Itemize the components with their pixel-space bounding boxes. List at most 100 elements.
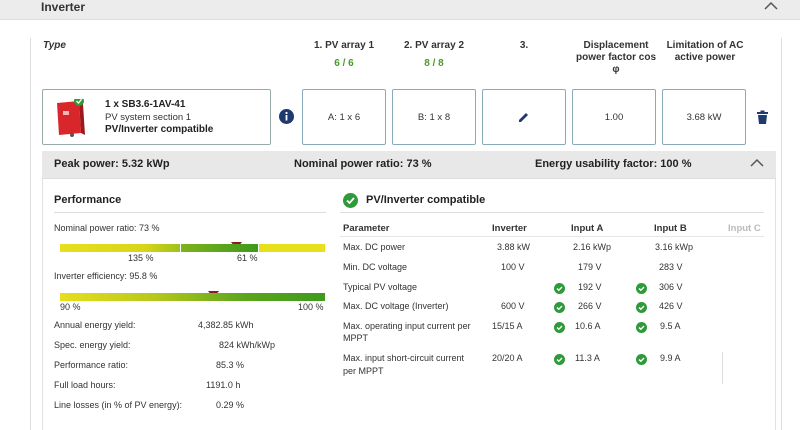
inverter-card[interactable]: 1 x SB3.6-1AV-41 PV system section 1 PV/…	[42, 89, 271, 145]
peak-power: Peak power: 5.32 kWp	[54, 158, 170, 170]
spec-yield-label: Spec. energy yield:	[54, 340, 131, 350]
pv-array-3-header: 3.	[519, 40, 529, 51]
row-2-b-check-icon	[636, 281, 647, 294]
row-3-param: Max. DC voltage (Inverter)	[343, 301, 449, 311]
input-b-header: Input B	[654, 223, 687, 234]
param-header: Parameter	[343, 223, 390, 234]
inverter-device-icon	[55, 96, 85, 137]
disp-line1: Displacement	[583, 40, 649, 51]
displacement-header: Displacement power factor cos φ	[568, 40, 664, 76]
disp-line2: power factor cos	[575, 52, 657, 63]
annual-yield-label: Annual energy yield:	[54, 320, 136, 330]
row-3-input-b: 426 V	[659, 301, 683, 311]
trash-icon[interactable]	[756, 110, 769, 124]
row-4-a-check-icon	[554, 320, 565, 333]
pencil-icon	[519, 113, 528, 122]
performance-title: Performance	[54, 194, 122, 206]
inverter-compatibility: PV/Inverter compatible	[105, 124, 214, 135]
energy-usability-factor: Energy usability factor: 100 %	[535, 158, 692, 170]
inverter-name: 1 x SB3.6-1AV-41	[105, 99, 186, 110]
line-losses-value: 0.29 %	[216, 400, 245, 410]
input-a-header: Input A	[571, 223, 604, 234]
pv-array-2-value: 8 / 8	[424, 58, 444, 69]
collapse-chevron-icon[interactable]	[764, 1, 778, 13]
row-5-a-check-icon	[554, 352, 565, 365]
row-4-input-a: 10.6 A	[575, 321, 601, 331]
row-0-input-a: 2.16 kWp	[573, 242, 612, 252]
row-5-inverter: 20/20 A	[492, 353, 523, 363]
pv-array-2-header: 2. PV array 2 8 / 8	[390, 40, 478, 70]
pv-array-2-label: 2. PV array 2	[403, 40, 465, 51]
row-5-input-b: 9.9 A	[660, 353, 681, 363]
table-side-divider	[722, 352, 723, 384]
pv-array-2-cell[interactable]: B: 1 x 8	[392, 89, 476, 145]
row-4-input-b: 9.5 A	[660, 321, 681, 331]
info-icon[interactable]	[279, 109, 294, 124]
efficiency-bar-low-label: 90 %	[60, 302, 81, 312]
efficiency-bar	[60, 293, 325, 301]
pv-array-3-edit-cell[interactable]	[482, 89, 566, 145]
inverter-col-header: Inverter	[492, 223, 527, 234]
row-1-param: Min. DC voltage	[343, 262, 408, 272]
limit-line1: Limitation of AC	[666, 40, 744, 51]
disp-line3: φ	[612, 64, 620, 75]
pv-array-1-cell[interactable]: A: 1 x 6	[302, 89, 386, 145]
input-c-header: Input C	[728, 223, 761, 234]
row-5-b-check-icon	[636, 352, 647, 365]
row-2-input-b: 306 V	[659, 282, 683, 292]
row-0-param: Max. DC power	[343, 242, 406, 252]
nominal-ratio-bar	[60, 244, 325, 252]
row-5-input-a: 11.3 A	[575, 353, 600, 363]
type-header: Type	[43, 40, 66, 51]
limit-line2: active power	[674, 52, 736, 63]
power-factor-cell[interactable]: 1.00	[572, 89, 656, 145]
inverter-efficiency-label: Inverter efficiency: 95.8 %	[54, 271, 158, 281]
full-load-hours-label: Full load hours:	[54, 380, 116, 390]
table-header-divider	[340, 236, 764, 237]
nominal-ratio-marker-icon	[231, 236, 242, 249]
row-2-a-check-icon	[554, 281, 565, 294]
performance-ratio-value: 85.3 %	[216, 360, 245, 370]
line-losses-label: Line losses (in % of PV energy):	[54, 400, 183, 410]
row-1-inverter: 100 V	[501, 262, 525, 272]
row-4-b-check-icon	[636, 320, 647, 333]
row-3-b-check-icon	[636, 300, 647, 313]
nominal-bar-low-label: 135 %	[128, 253, 154, 263]
row-2-input-a: 192 V	[578, 282, 602, 292]
inverter-section-header[interactable]	[0, 0, 800, 20]
inverter-section: PV system section 1	[105, 112, 192, 123]
annual-yield-value: 4,382.85 kWh	[198, 320, 254, 330]
row-1-input-a: 179 V	[578, 262, 602, 272]
pv-array-1-header: 1. PV array 1 6 / 6	[300, 40, 388, 70]
performance-divider	[54, 212, 326, 213]
row-0-input-b: 3.16 kWp	[655, 242, 694, 252]
compat-divider	[340, 212, 764, 213]
pv-array-1-value: 6 / 6	[334, 58, 354, 69]
pv-array-1-label: 1. PV array 1	[313, 40, 375, 51]
row-5-param-cont: per MPPT	[343, 366, 384, 376]
efficiency-marker-icon	[208, 285, 219, 298]
nominal-ratio-label: Nominal power ratio: 73 %	[54, 223, 160, 233]
compatible-check-icon	[343, 193, 358, 208]
row-0-inverter: 3.88 kW	[497, 242, 531, 252]
spec-yield-value: 824 kWh/kWp	[219, 340, 276, 350]
row-4-param: Max. operating input current per	[343, 321, 471, 331]
summary-collapse-chevron-icon[interactable]	[750, 158, 764, 170]
section-title: Inverter	[41, 0, 86, 14]
row-4-inverter: 15/15 A	[492, 321, 523, 331]
row-1-input-b: 283 V	[659, 262, 683, 272]
row-4-param-cont: MPPT	[343, 333, 369, 343]
efficiency-bar-high-label: 100 %	[298, 302, 324, 312]
performance-ratio-label: Performance ratio:	[54, 360, 129, 370]
full-load-hours-value: 1191.0 h	[206, 380, 241, 390]
compat-title: PV/Inverter compatible	[366, 194, 486, 206]
row-3-input-a: 266 V	[578, 301, 602, 311]
row-2-param: Typical PV voltage	[343, 282, 418, 292]
row-5-param: Max. input short-circuit current	[343, 353, 465, 363]
ac-limit-cell[interactable]: 3.68 kW	[662, 89, 746, 145]
limitation-header: Limitation of AC active power	[660, 40, 750, 64]
nominal-power-ratio: Nominal power ratio: 73 %	[294, 158, 432, 170]
nominal-bar-high-label: 61 %	[237, 253, 258, 263]
row-3-inverter: 600 V	[501, 301, 525, 311]
row-3-a-check-icon	[554, 300, 565, 313]
